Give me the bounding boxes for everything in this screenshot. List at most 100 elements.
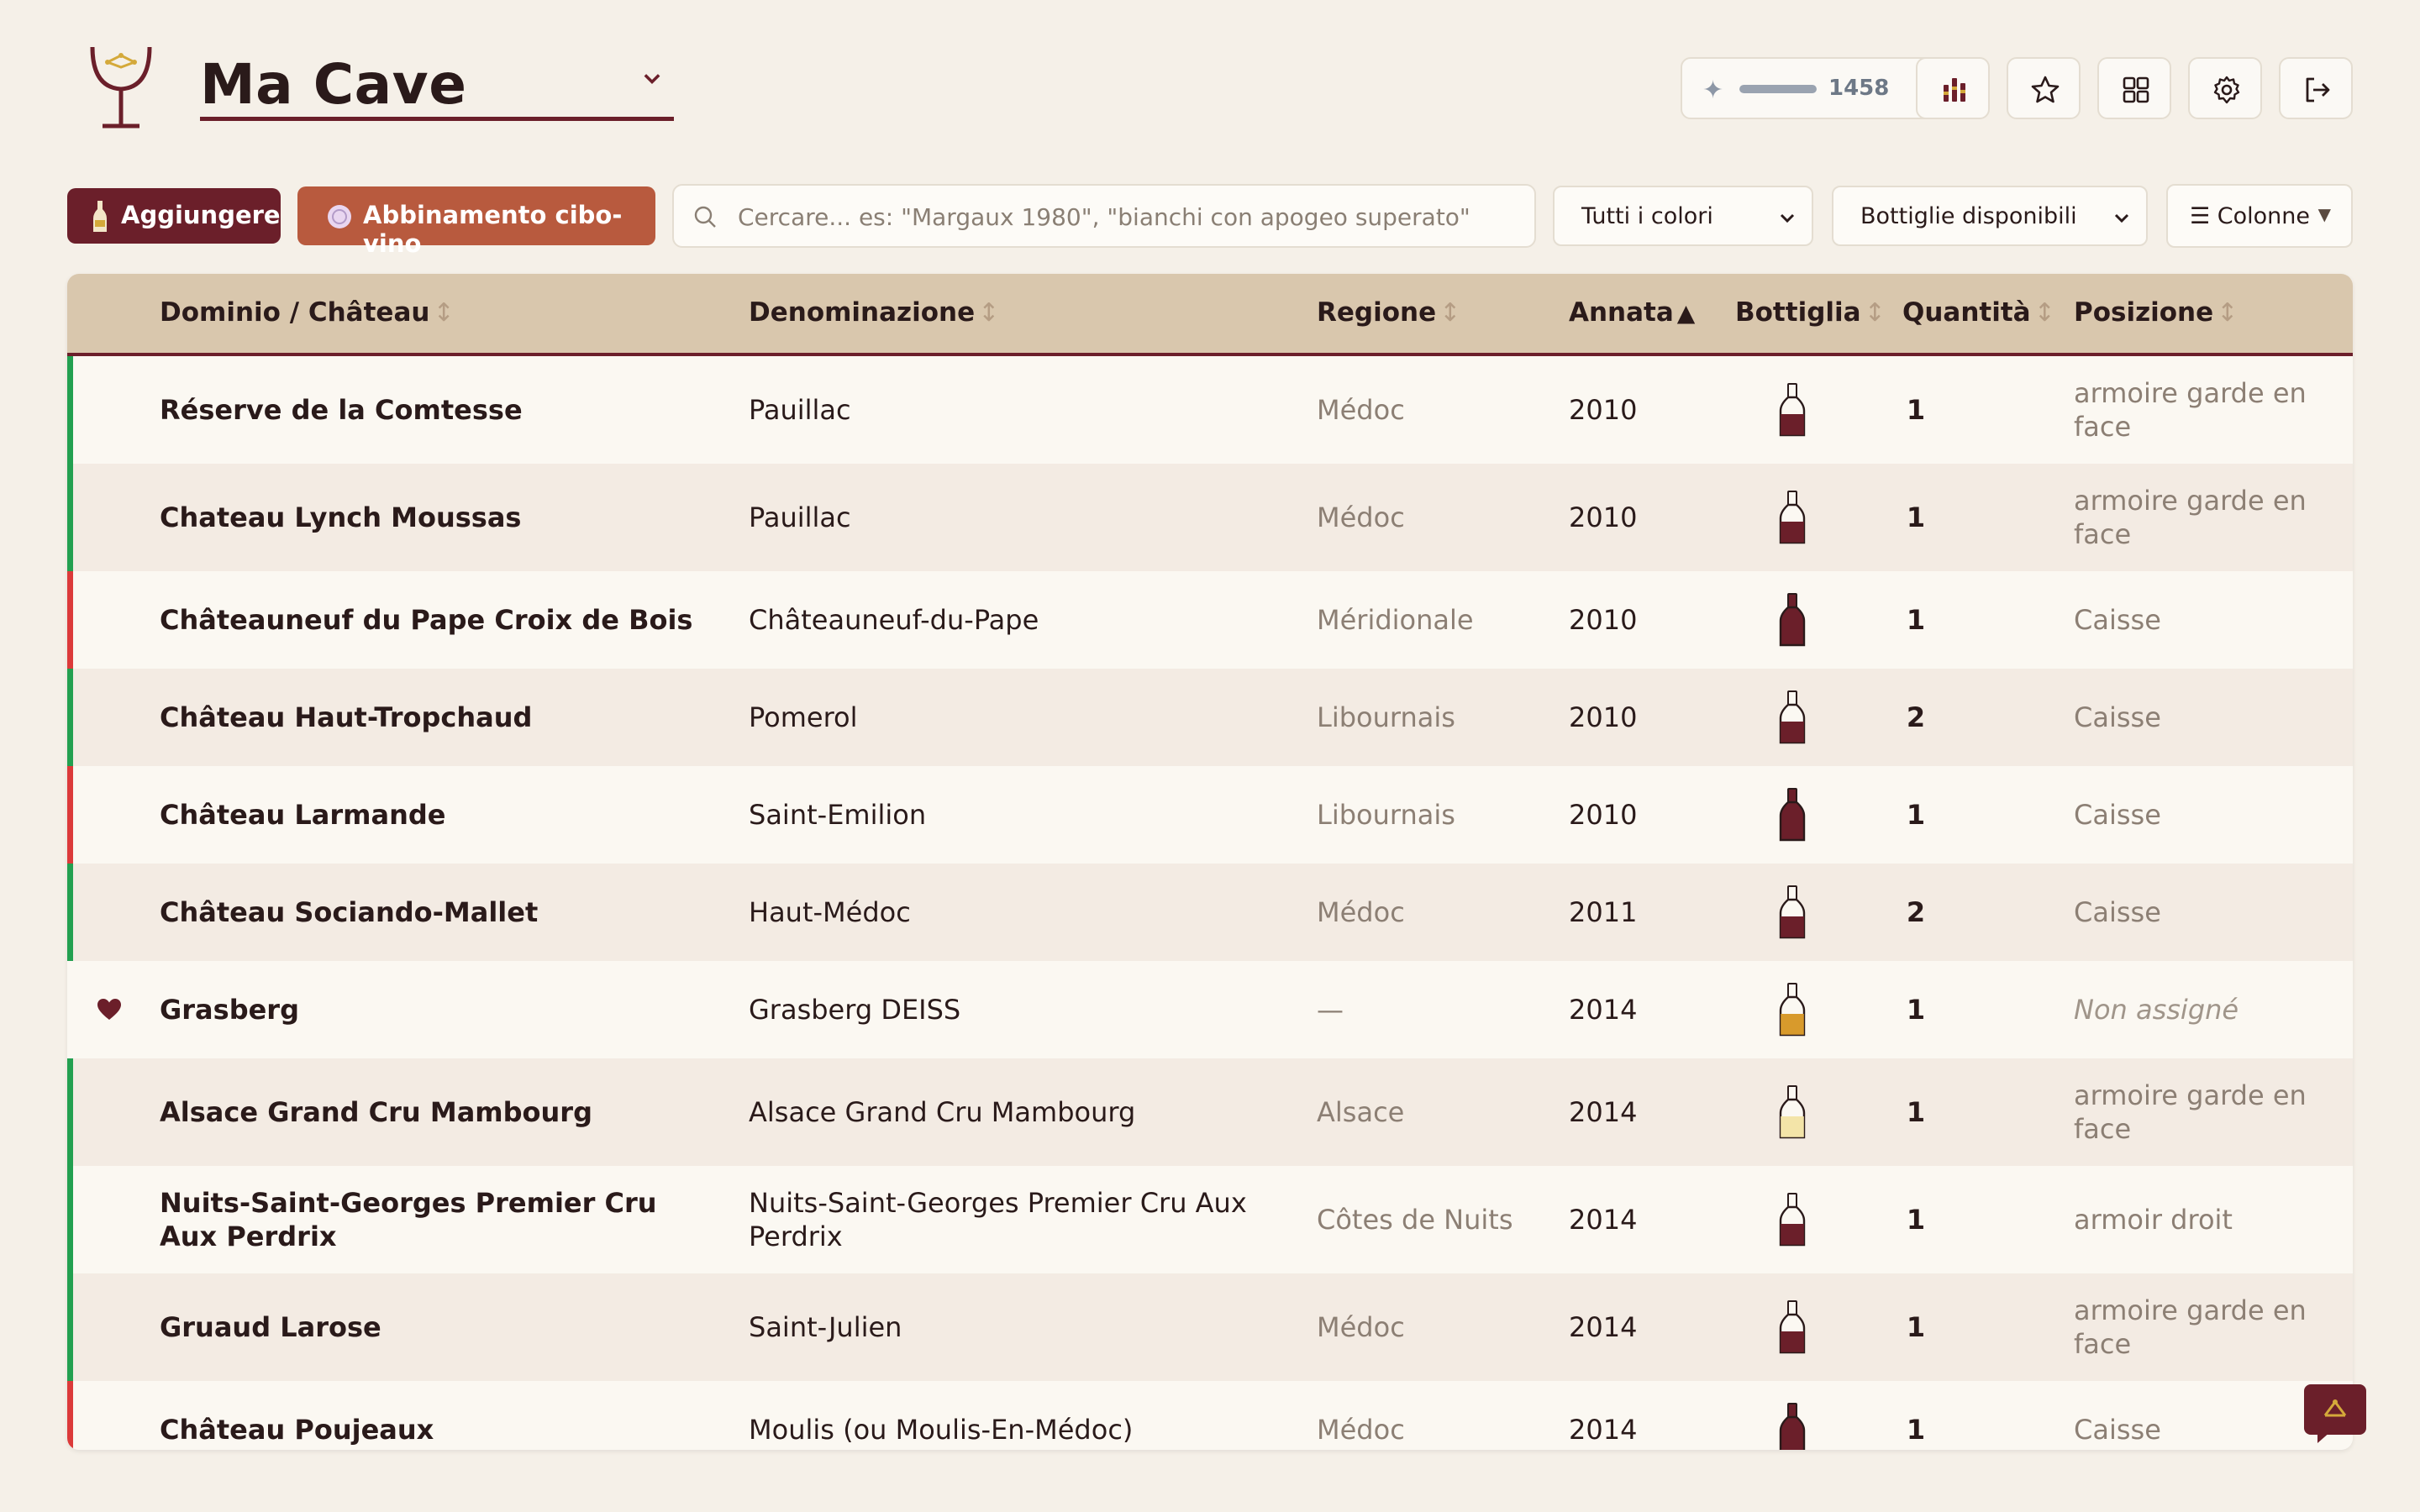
stock-filter-select[interactable]: Bottiglie disponibili [1832,186,2148,246]
column-header-vintage[interactable]: Annata ▲ [1569,297,1695,328]
vintage: 2010 [1569,501,1638,533]
table-row[interactable]: Grasberg Grasberg DEISS — 2014 1 Non assigné [67,961,2353,1058]
drink-status-indicator [67,669,73,766]
color-filter-select[interactable]: Tutti i colori [1553,186,1813,246]
vintage: 2014 [1569,1204,1638,1236]
grid-view-button[interactable] [2097,57,2171,119]
appellation: Alsace Grand Cru Mambourg [749,1096,1136,1128]
table-row[interactable]: Château Sociando-Mallet Haut-Médoc Médoc 20… [67,864,2353,961]
wine-name: Château Haut-Tropchaud [160,701,533,733]
table-row[interactable]: Nuits-Saint-Georges Premier Cru Aux Perd… [67,1166,2353,1273]
drink-status-indicator [67,464,73,571]
appellation: Pomerol [749,701,858,733]
table-row[interactable]: Château Larmande Saint-Emilion Libournais 2… [67,766,2353,864]
table-row[interactable]: Alsace Grand Cru Mambourg Alsace Grand Cr… [67,1058,2353,1166]
vintage: 2010 [1569,799,1638,831]
appellation: Grasberg DEISS [749,994,961,1026]
stats-button[interactable] [1916,57,1990,119]
column-header-label: Denominazione [749,297,976,328]
quantity: 1 [1906,994,1926,1026]
table-row[interactable]: Gruaud Larose Saint-Julien Médoc 2014 1 armoi… [67,1273,2353,1381]
vintage: 2014 [1569,1414,1638,1446]
region: Médoc [1317,501,1405,533]
bottle-icon [1778,382,1807,438]
search-input[interactable] [736,197,1512,236]
column-header-region[interactable]: Regione ↕ [1317,297,1460,328]
appellation: Pauillac [749,394,851,426]
wine-name: Grasberg [160,994,299,1026]
column-header-label: Dominio / Château [160,297,430,328]
table-row[interactable]: Château Haut-Tropchaud Pomerol Libournais 2… [67,669,2353,766]
location: Caisse [2074,701,2161,733]
quantity: 1 [1906,604,1926,636]
star-icon [2031,76,2060,103]
cellar-name: Ma Cave [200,52,467,117]
sort-icon: ↕ [433,298,455,328]
appellation: Haut-Médoc [749,896,911,928]
sort-icon: ↕ [2217,298,2238,328]
region: Médoc [1317,1311,1405,1343]
columns-button[interactable]: ☰ Colonne ▼ [2166,184,2353,248]
toolbar: Aggiungere Abbinamento cibo-vino Tutti i… [0,181,2420,258]
bottle-icon [1778,490,1807,545]
table-row[interactable]: Châteauneuf du Pape Croix de Bois Château… [67,571,2353,669]
table-row[interactable]: Château Poujeaux Moulis (ou Moulis-En-Méd… [67,1381,2353,1450]
search-box[interactable] [672,184,1536,248]
region: Méridionale [1317,604,1474,636]
column-header-quantity[interactable]: Quantità ↕ [1902,297,2055,328]
stock-filter-value: Bottiglie disponibili [1860,203,2077,229]
gear-icon [2213,76,2240,104]
quantity: 2 [1906,896,1926,928]
drink-status-indicator [67,1166,73,1273]
table-row[interactable]: Réserve de la Comtesse Pauillac Médoc 2010 1… [67,356,2353,464]
column-header-appellation[interactable]: Denominazione ↕ [749,297,999,328]
region: Médoc [1317,394,1405,426]
settings-button[interactable] [2188,57,2262,119]
vintage: 2014 [1569,1311,1638,1343]
region: Médoc [1317,896,1405,928]
drink-status-indicator [67,571,73,669]
app-header: Ma Cave ✦ 1458 [0,0,2420,168]
wine-name: Château Sociando-Mallet [160,896,539,928]
vintage: 2010 [1569,394,1638,426]
column-header-name[interactable]: Dominio / Château ↕ [160,297,455,328]
wine-name: Château Larmande [160,799,446,831]
chevron-down-icon [644,74,660,84]
location: armoire garde en face [2074,1079,2307,1145]
favorites-button[interactable] [2007,57,2081,119]
bottle-icon [1778,787,1807,843]
bottle-icon [1778,1084,1807,1140]
column-header-bottle[interactable]: Bottiglia ↕ [1735,297,1886,328]
column-header-label: Annata [1569,297,1674,328]
drink-status-indicator [67,356,73,464]
region: Libournais [1317,799,1455,831]
location: Non assigné [2074,994,2239,1026]
vintage: 2014 [1569,1096,1638,1128]
quantity: 1 [1906,501,1926,533]
location: armoir droit [2074,1204,2233,1236]
sort-icon: ↕ [978,298,1000,328]
vintage: 2010 [1569,604,1638,636]
column-header-location[interactable]: Posizione ↕ [2074,297,2238,328]
heart-icon[interactable] [96,996,123,1023]
bottle-icon [1778,1402,1807,1450]
table-row[interactable]: Chateau Lynch Moussas Pauillac Médoc 2010 1 a… [67,464,2353,571]
wine-glass-icon [2323,1399,2347,1417]
bottle-icon [1778,982,1807,1037]
location: Caisse [2074,1414,2161,1446]
assistant-chat-button[interactable] [2304,1384,2366,1443]
sort-icon: ↕ [2033,298,2055,328]
logout-button[interactable] [2279,57,2353,119]
add-bottle-button[interactable]: Aggiungere [67,188,281,244]
bottle-icon [1778,690,1807,745]
cellar-selector[interactable]: Ma Cave [200,49,674,121]
columns-label: ☰ Colonne [2190,203,2311,229]
sort-icon: ↕ [1439,298,1461,328]
drink-status-indicator [67,864,73,961]
location: armoire garde en face [2074,1294,2307,1360]
column-header-label: Regione [1317,297,1437,328]
food-pairing-button[interactable]: Abbinamento cibo-vino [297,186,655,258]
wine-table: Dominio / Château ↕ Denominazione ↕ Regione ↕… [67,274,2353,1450]
wine-name: Nuits-Saint-Georges Premier Cru Aux Perd… [160,1187,657,1252]
xp-points: 1458 [1828,76,1890,101]
